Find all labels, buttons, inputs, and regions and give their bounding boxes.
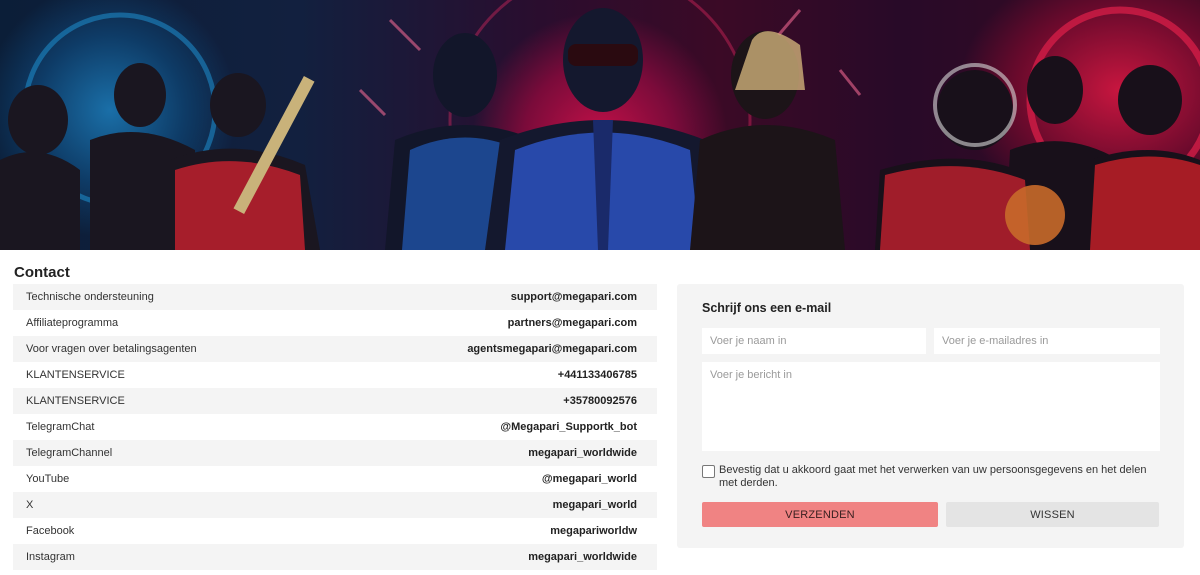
name-input[interactable] [702, 328, 926, 354]
contact-label: TelegramChat [26, 421, 95, 433]
contact-label: Technische ondersteuning [26, 291, 154, 303]
contact-row: KLANTENSERVICE +441133406785 [13, 362, 657, 388]
contact-label: Instagram [26, 551, 75, 563]
contact-label: Affiliateprogramma [26, 317, 119, 329]
contact-value[interactable]: support@megapari.com [511, 291, 637, 303]
contact-row: TelegramChat @Megapari_Supportk_bot [13, 414, 657, 440]
contact-value[interactable]: partners@megapari.com [508, 317, 637, 329]
consent-text: Bevestig dat u akkoord gaat met het verw… [719, 464, 1147, 489]
contact-row: Technische ondersteuning support@megapar… [13, 284, 657, 310]
contact-label: Voor vragen over betalingsagenten [26, 343, 197, 355]
send-button[interactable]: VERZENDEN [702, 502, 938, 527]
contact-label: X [26, 499, 34, 511]
contact-value[interactable]: megapari_worldwide [528, 551, 637, 563]
contact-row: TelegramChannel megapari_worldwide [13, 440, 657, 466]
message-textarea[interactable] [702, 362, 1160, 451]
contact-value[interactable]: megapari_worldwide [528, 447, 637, 459]
contact-label: Facebook [26, 525, 75, 537]
hero-banner [0, 0, 1200, 250]
contact-value[interactable]: agentsmegapari@megapari.com [467, 343, 637, 355]
contact-value[interactable]: megapari_world [553, 499, 637, 511]
contact-label: KLANTENSERVICE [26, 369, 125, 381]
clear-button[interactable]: WISSEN [946, 502, 1159, 527]
contact-value[interactable]: +35780092576 [563, 395, 637, 407]
contact-row: Voor vragen over betalingsagenten agents… [13, 336, 657, 362]
contact-row: X megapari_world [13, 492, 657, 518]
contact-row: YouTube @megapari_world [13, 466, 657, 492]
consent-checkbox[interactable] [702, 465, 715, 478]
email-form-title: Schrijf ons een e-mail [702, 301, 832, 315]
contact-value[interactable]: +441133406785 [558, 369, 637, 381]
contact-label: TelegramChannel [26, 447, 113, 459]
contact-list: Technische ondersteuning support@megapar… [13, 284, 657, 570]
email-input[interactable] [934, 328, 1160, 354]
email-form-panel: Schrijf ons een e-mail Bevestig dat u ak… [677, 284, 1184, 548]
contact-row: Instagram megapari_worldwide [13, 544, 657, 570]
contact-label: KLANTENSERVICE [26, 395, 125, 407]
contact-value[interactable]: @Megapari_Supportk_bot [500, 421, 637, 433]
contact-row: KLANTENSERVICE +35780092576 [13, 388, 657, 414]
contact-row: Facebook megapariworldw [13, 518, 657, 544]
banner-illustration [0, 0, 1200, 250]
contact-row: Affiliateprogramma partners@megapari.com [13, 310, 657, 336]
contact-heading: Contact [14, 264, 70, 281]
consent-row: Bevestig dat u akkoord gaat met het verw… [702, 464, 1162, 490]
contact-label: YouTube [26, 473, 70, 485]
contact-value[interactable]: megapariworldw [550, 525, 637, 537]
contact-value[interactable]: @megapari_world [542, 473, 637, 485]
